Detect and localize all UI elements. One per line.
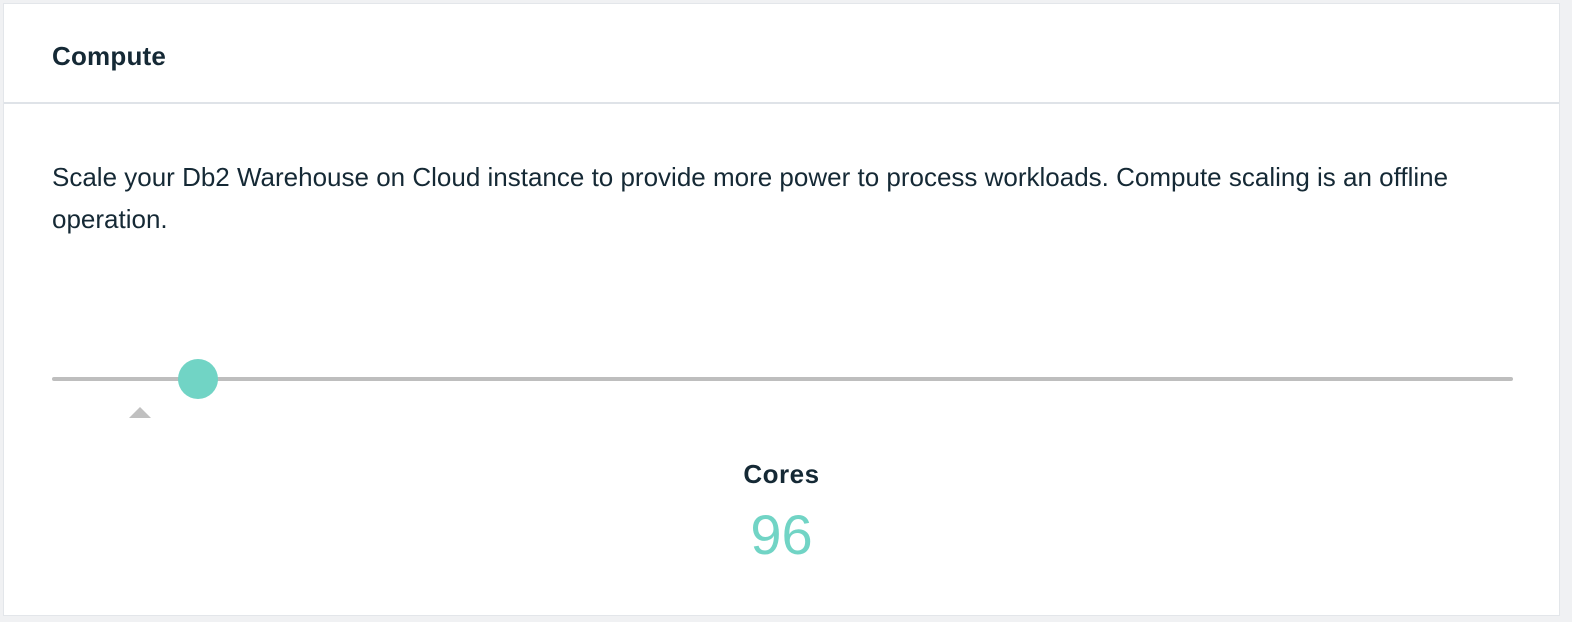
slider-thumb[interactable] [178,359,219,399]
slider-track[interactable] [52,377,1513,381]
cores-label: Cores [743,459,820,489]
cores-value: 96 [750,503,813,566]
panel-header: Compute [4,4,1559,104]
cores-slider[interactable] [52,356,1513,418]
current-value-marker-icon [128,407,151,418]
panel-title: Compute [52,41,167,71]
compute-description: Scale your Db2 Warehouse on Cloud instan… [52,162,1449,234]
compute-panel: Compute Scale your Db2 Warehouse on Clou… [3,3,1560,616]
